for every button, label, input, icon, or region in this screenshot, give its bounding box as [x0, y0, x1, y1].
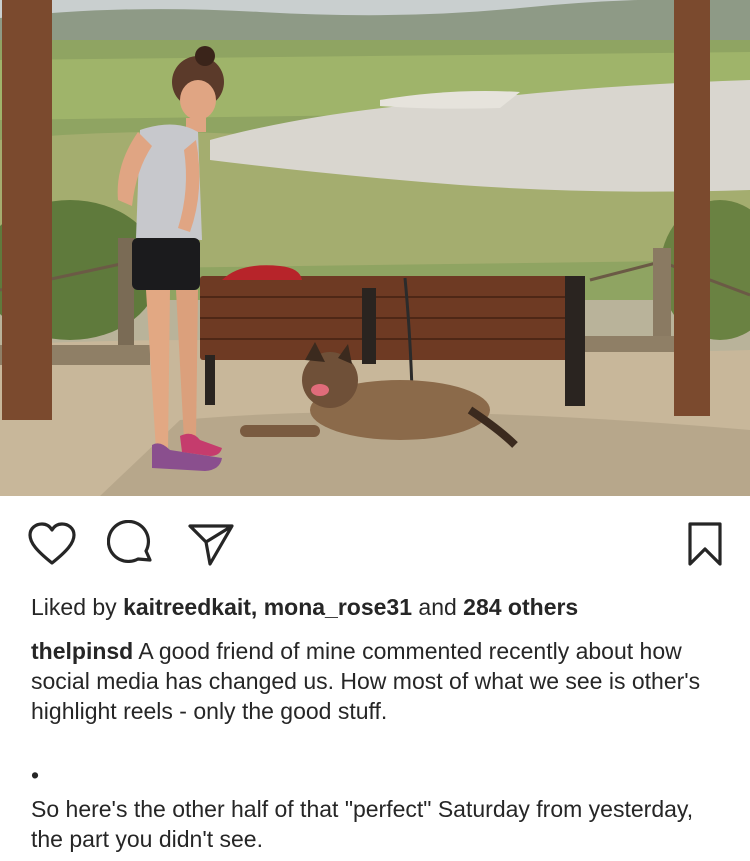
likes-separator: ,	[250, 594, 264, 620]
post-action-bar	[0, 496, 750, 592]
log-right	[580, 336, 675, 352]
caption-username[interactable]: thelpinsd	[31, 638, 133, 664]
liker-link-1[interactable]: kaitreedkait	[123, 594, 251, 620]
others-link[interactable]: 284 others	[463, 594, 578, 620]
pergola-post-left	[2, 0, 52, 420]
caption-text-continued: So here's the other half of that "perfec…	[31, 796, 694, 852]
likes-prefix: Liked by	[31, 594, 124, 620]
bench-leg-right	[565, 276, 585, 406]
bench-bracket	[362, 288, 376, 364]
comment-button[interactable]	[105, 518, 157, 570]
caption-bullet: •	[31, 762, 40, 788]
liker-link-2[interactable]: mona_rose31	[264, 594, 412, 620]
likes-and: and	[412, 594, 464, 620]
bench-leg-left	[205, 355, 215, 405]
share-button[interactable]	[185, 518, 237, 570]
heart-icon	[28, 522, 76, 565]
like-button[interactable]	[26, 518, 78, 570]
fence-post-left	[118, 238, 134, 348]
bookmark-icon	[688, 522, 722, 566]
paper-plane-icon	[188, 524, 234, 566]
fence-post-right	[653, 248, 671, 348]
pergola-post-right	[674, 0, 710, 416]
comment-bubble-icon	[107, 520, 152, 564]
likes-summary: Liked by kaitreedkait, mona_rose31 and 2…	[31, 592, 578, 622]
photo-illustration	[0, 0, 750, 496]
save-button[interactable]	[679, 518, 731, 570]
post-photo[interactable]	[0, 0, 750, 496]
post-caption: thelpinsd A good friend of mine commente…	[31, 636, 721, 726]
